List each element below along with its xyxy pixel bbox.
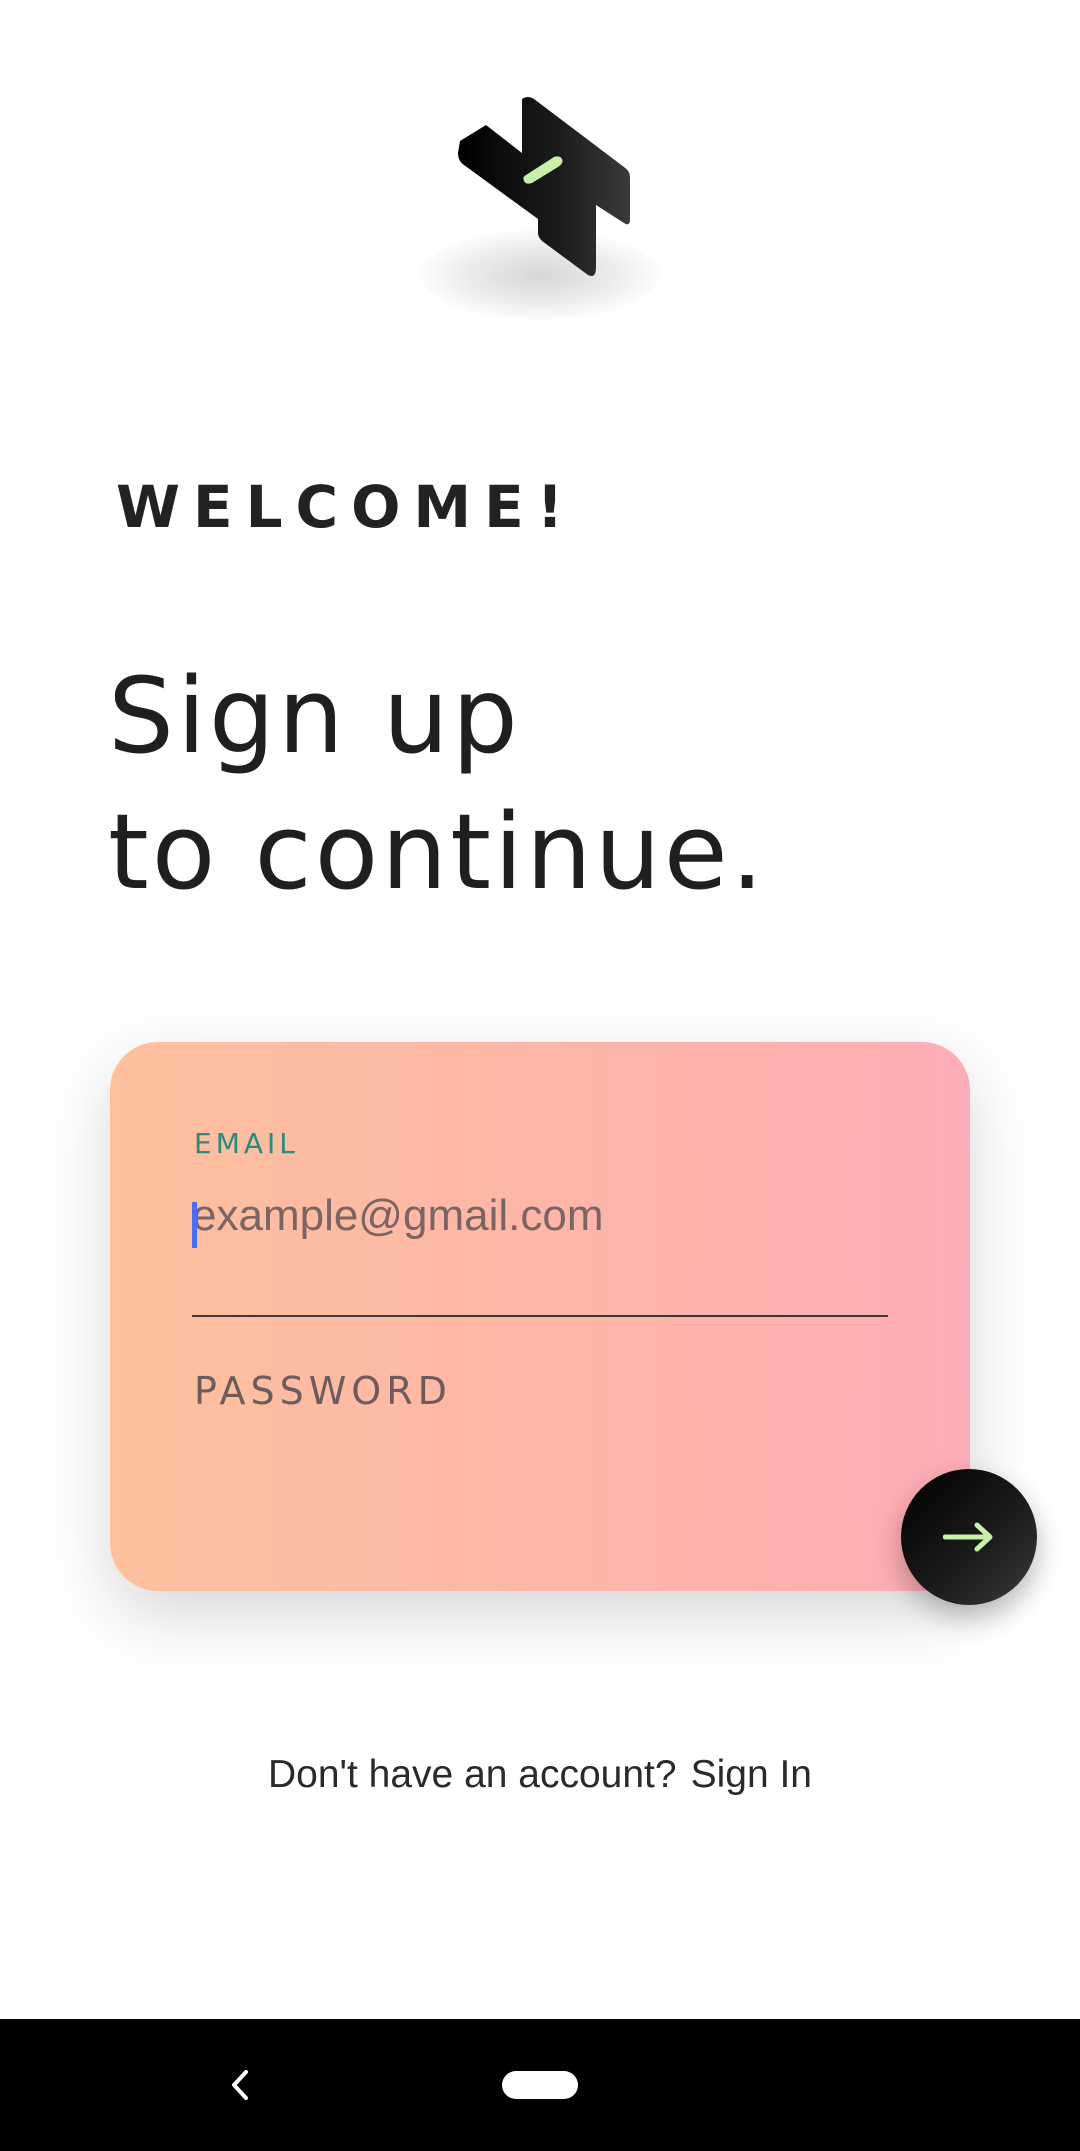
arrow-right-icon xyxy=(943,1522,993,1552)
signin-prompt: Don't have an account? Sign In xyxy=(0,1752,1080,1799)
cube-logo-icon xyxy=(458,97,630,276)
logo-area xyxy=(0,0,1080,400)
email-underline xyxy=(192,1315,888,1317)
password-field[interactable]: PASSWORD xyxy=(194,1372,452,1410)
signup-form-card: EMAIL PASSWORD xyxy=(110,1042,970,1591)
signup-screen: WELCOME! Sign up to continue. EMAIL PASS… xyxy=(0,0,1080,2151)
email-field[interactable] xyxy=(192,1186,892,1246)
back-chevron-icon xyxy=(232,2070,248,2100)
back-button[interactable] xyxy=(210,2055,270,2115)
welcome-heading: WELCOME! xyxy=(116,473,577,541)
headline-line-2: to continue. xyxy=(108,791,767,913)
signin-prompt-text: Don't have an account? xyxy=(268,1753,677,1796)
text-cursor xyxy=(192,1202,197,1248)
home-pill-icon[interactable] xyxy=(502,2071,578,2099)
headline-line-1: Sign up xyxy=(108,655,521,777)
sign-in-link[interactable]: Sign In xyxy=(691,1753,812,1796)
page-headline: Sign up to continue. xyxy=(108,648,1008,920)
email-label: EMAIL xyxy=(194,1127,299,1160)
submit-button[interactable] xyxy=(901,1469,1037,1605)
system-navigation-bar xyxy=(0,2019,1080,2151)
